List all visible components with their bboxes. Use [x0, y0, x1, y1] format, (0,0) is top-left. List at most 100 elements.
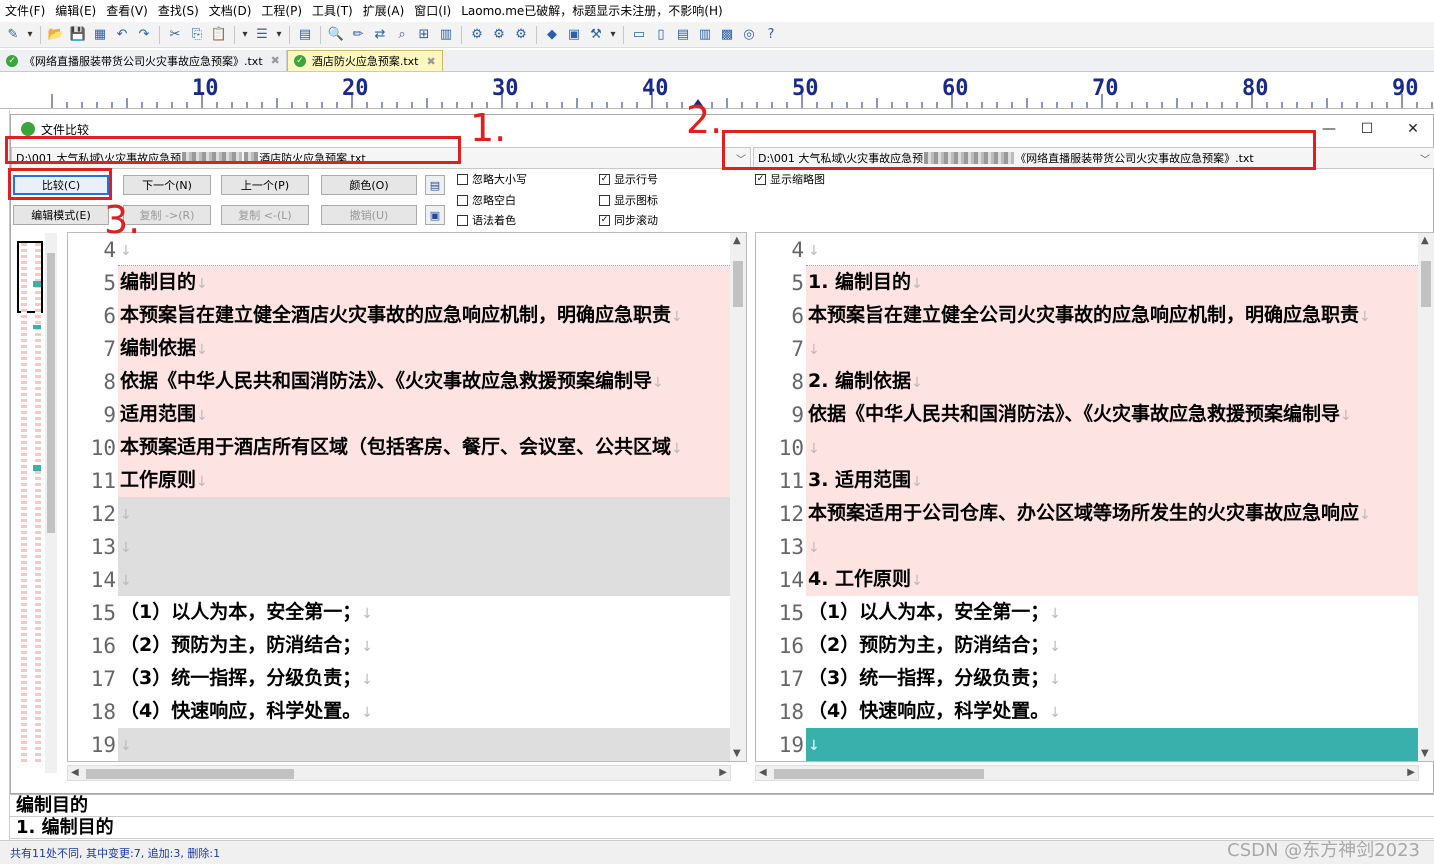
compare-line[interactable]: 10 本预案适用于酒店所有区域（包括客房、餐厅、会议室、公共区域↓ [68, 431, 730, 464]
find-in-files-icon[interactable]: ⌕ [393, 26, 411, 44]
left-vertical-scrollbar[interactable]: ▲ ▼ [730, 233, 746, 761]
edit-mode-button[interactable]: 编辑模式(E) [13, 205, 109, 225]
save-all-icon[interactable]: ▦ [91, 26, 109, 44]
scrollbar-thumb[interactable] [774, 769, 984, 779]
compare-line[interactable]: 12 ↓ [68, 497, 730, 530]
scroll-down-icon[interactable]: ▼ [1421, 748, 1429, 759]
undo-icon[interactable]: ↶ [113, 26, 131, 44]
macro-1-icon[interactable]: ⚙ [468, 26, 486, 44]
dropdown-icon[interactable]: ▾ [275, 26, 283, 44]
compare-line[interactable]: 11 工作原则↓ [68, 464, 730, 497]
checkbox-box[interactable]: ✓ [599, 214, 610, 226]
compare-line[interactable]: 19 ↓ [756, 728, 1418, 761]
scrollbar-thumb[interactable] [733, 261, 743, 307]
compare-line[interactable]: 10 ↓ [756, 431, 1418, 464]
compare-line[interactable]: 9 适用范围↓ [68, 398, 730, 431]
compare-line[interactable]: 17 （3）统一指挥，分级负责；↓ [756, 662, 1418, 695]
checkbox-box[interactable] [599, 194, 610, 206]
scroll-up-icon[interactable]: ▲ [733, 235, 741, 246]
wrap-icon[interactable]: ☰ [253, 26, 271, 44]
compare-line[interactable]: 4 ↓ [68, 233, 730, 266]
left-compare-pane[interactable]: 4 ↓ 5 编制目的↓ 6 本预案旨在建立健全酒店火灾事故的应急响应机制，明确应急职责↓ 7… [67, 232, 747, 762]
color-button[interactable]: 颜色(O) [321, 175, 417, 195]
copy-left-button[interactable]: 复制 <-(L) [221, 205, 309, 225]
right-vertical-scrollbar[interactable]: ▲ ▼ [1418, 233, 1434, 761]
right-horizontal-scrollbar[interactable]: ◀ ▶ [755, 765, 1419, 781]
compare-line[interactable]: 14 ↓ [68, 563, 730, 596]
compare-line[interactable]: 19 ↓ [68, 728, 730, 761]
redo-icon[interactable]: ↷ [135, 26, 153, 44]
paste-icon[interactable]: 📋 [210, 26, 228, 44]
scroll-up-icon[interactable]: ▲ [1421, 235, 1429, 246]
compare-line[interactable]: 7 ↓ [756, 332, 1418, 365]
next-diff-button[interactable]: 下一个(N) [123, 175, 211, 195]
compare-line[interactable]: 13 ↓ [68, 530, 730, 563]
scroll-left-icon[interactable]: ◀ [759, 767, 767, 778]
sync-scroll-checkbox[interactable]: ✓ 同步滚动 [599, 212, 658, 228]
cut-icon[interactable]: ✂ [166, 26, 184, 44]
compare-line[interactable]: 6 本预案旨在建立健全公司火灾事故的应急响应机制，明确应急职责↓ [756, 299, 1418, 332]
save-icon[interactable]: 💾 [69, 26, 87, 44]
close-icon[interactable]: ✖ [271, 54, 280, 67]
compare-line[interactable]: 6 本预案旨在建立健全酒店火灾事故的应急响应机制，明确应急职责↓ [68, 299, 730, 332]
tab-hotel-fire-plan[interactable]: ✓ 酒店防火应急预案.txt ✖ [286, 50, 443, 71]
find-icon[interactable]: 🔍 [327, 26, 345, 44]
macro-2-icon[interactable]: ⚙ [490, 26, 508, 44]
prev-diff-button[interactable]: 上一个(P) [221, 175, 309, 195]
menu-item-0[interactable]: 文件(F) [0, 0, 50, 22]
menu-item-5[interactable]: 工程(P) [256, 0, 307, 22]
calendar-icon[interactable]: ▤ [425, 175, 445, 195]
syntax-color-checkbox[interactable]: 语法着色 [457, 212, 516, 228]
close-icon[interactable]: ✖ [427, 55, 436, 68]
ignore-space-checkbox[interactable]: 忽略空白 [457, 192, 516, 208]
browser-icon[interactable]: ◎ [740, 26, 758, 44]
show-icons-checkbox[interactable]: 显示图标 [599, 192, 658, 208]
scroll-down-icon[interactable]: ▼ [733, 748, 741, 759]
checkbox-box[interactable] [457, 173, 468, 185]
compare-line[interactable]: 5 编制目的↓ [68, 266, 730, 299]
minimize-button[interactable]: — [1319, 119, 1339, 139]
compare-line[interactable]: 14 4. 工作原则↓ [756, 563, 1418, 596]
dropdown-icon[interactable]: ▾ [241, 26, 249, 44]
scrollbar-thumb[interactable] [86, 769, 294, 779]
scroll-left-icon[interactable]: ◀ [71, 767, 79, 778]
compare-line[interactable]: 8 依据《中华人民共和国消防法》、《火灾事故应急救援预案编制导↓ [68, 365, 730, 398]
compare-line[interactable]: 13 ↓ [756, 530, 1418, 563]
compare-line[interactable]: 16 （2）预防为主，防消结合；↓ [756, 629, 1418, 662]
menu-item-7[interactable]: 扩展(A) [358, 0, 410, 22]
tab-network-live-plan[interactable]: ✓ 《网络直播服装带货公司火灾事故应急预案》.txt ✖ [0, 50, 287, 71]
close-button[interactable]: ✕ [1403, 119, 1423, 139]
copy-icon[interactable]: ⎘ [188, 26, 206, 44]
ignore-case-checkbox[interactable]: 忽略大小写 [457, 171, 527, 187]
checkbox-box[interactable] [457, 214, 468, 226]
checkbox-box[interactable] [457, 194, 468, 206]
tree-icon[interactable]: ⊞ [415, 26, 433, 44]
compare-line[interactable]: 4 ↓ [756, 233, 1418, 266]
right-compare-pane[interactable]: 4 ↓ 5 1. 编制目的↓ 6 本预案旨在建立健全公司火灾事故的应急响应机制，明确应急职… [755, 232, 1434, 762]
compare-line[interactable]: 9 依据《中华人民共和国消防法》、《火灾事故应急救援预案编制导↓ [756, 398, 1418, 431]
panel-3-icon[interactable]: ▤ [674, 26, 692, 44]
compare-line[interactable]: 7 编制依据↓ [68, 332, 730, 365]
compare-line[interactable]: 18 （4）快速响应，科学处置。↓ [68, 695, 730, 728]
scroll-right-icon[interactable]: ▶ [719, 767, 727, 778]
panel-2-icon[interactable]: ▯ [652, 26, 670, 44]
compare-line[interactable]: 5 1. 编制目的↓ [756, 266, 1418, 299]
compare-line[interactable]: 18 （4）快速响应，科学处置。↓ [756, 695, 1418, 728]
chevron-down-icon[interactable]: ﹀ [1420, 151, 1430, 166]
image-icon[interactable]: ▩ [718, 26, 736, 44]
edit-icon[interactable]: ✏ [349, 26, 367, 44]
save-icon[interactable]: ▣ [425, 205, 445, 225]
menu-item-2[interactable]: 查看(V) [101, 0, 153, 22]
menu-item-4[interactable]: 文档(D) [204, 0, 257, 22]
undo-button[interactable]: 撤销(U) [321, 205, 417, 225]
compare-line[interactable]: 17 （3）统一指挥，分级负责；↓ [68, 662, 730, 695]
new-file-icon[interactable]: ✎ [4, 26, 22, 44]
dropdown-icon[interactable]: ▾ [609, 26, 617, 44]
compare-line[interactable]: 16 （2）预防为主，防消结合；↓ [68, 629, 730, 662]
scrollbar-thumb[interactable] [1421, 261, 1431, 307]
show-line-numbers-checkbox[interactable]: ✓ 显示行号 [599, 171, 658, 187]
dropdown-icon[interactable]: ▾ [26, 26, 34, 44]
left-horizontal-scrollbar[interactable]: ◀ ▶ [67, 765, 731, 781]
menu-item-3[interactable]: 查找(S) [153, 0, 204, 22]
compare-line[interactable]: 15 （1）以人为本，安全第一；↓ [756, 596, 1418, 629]
